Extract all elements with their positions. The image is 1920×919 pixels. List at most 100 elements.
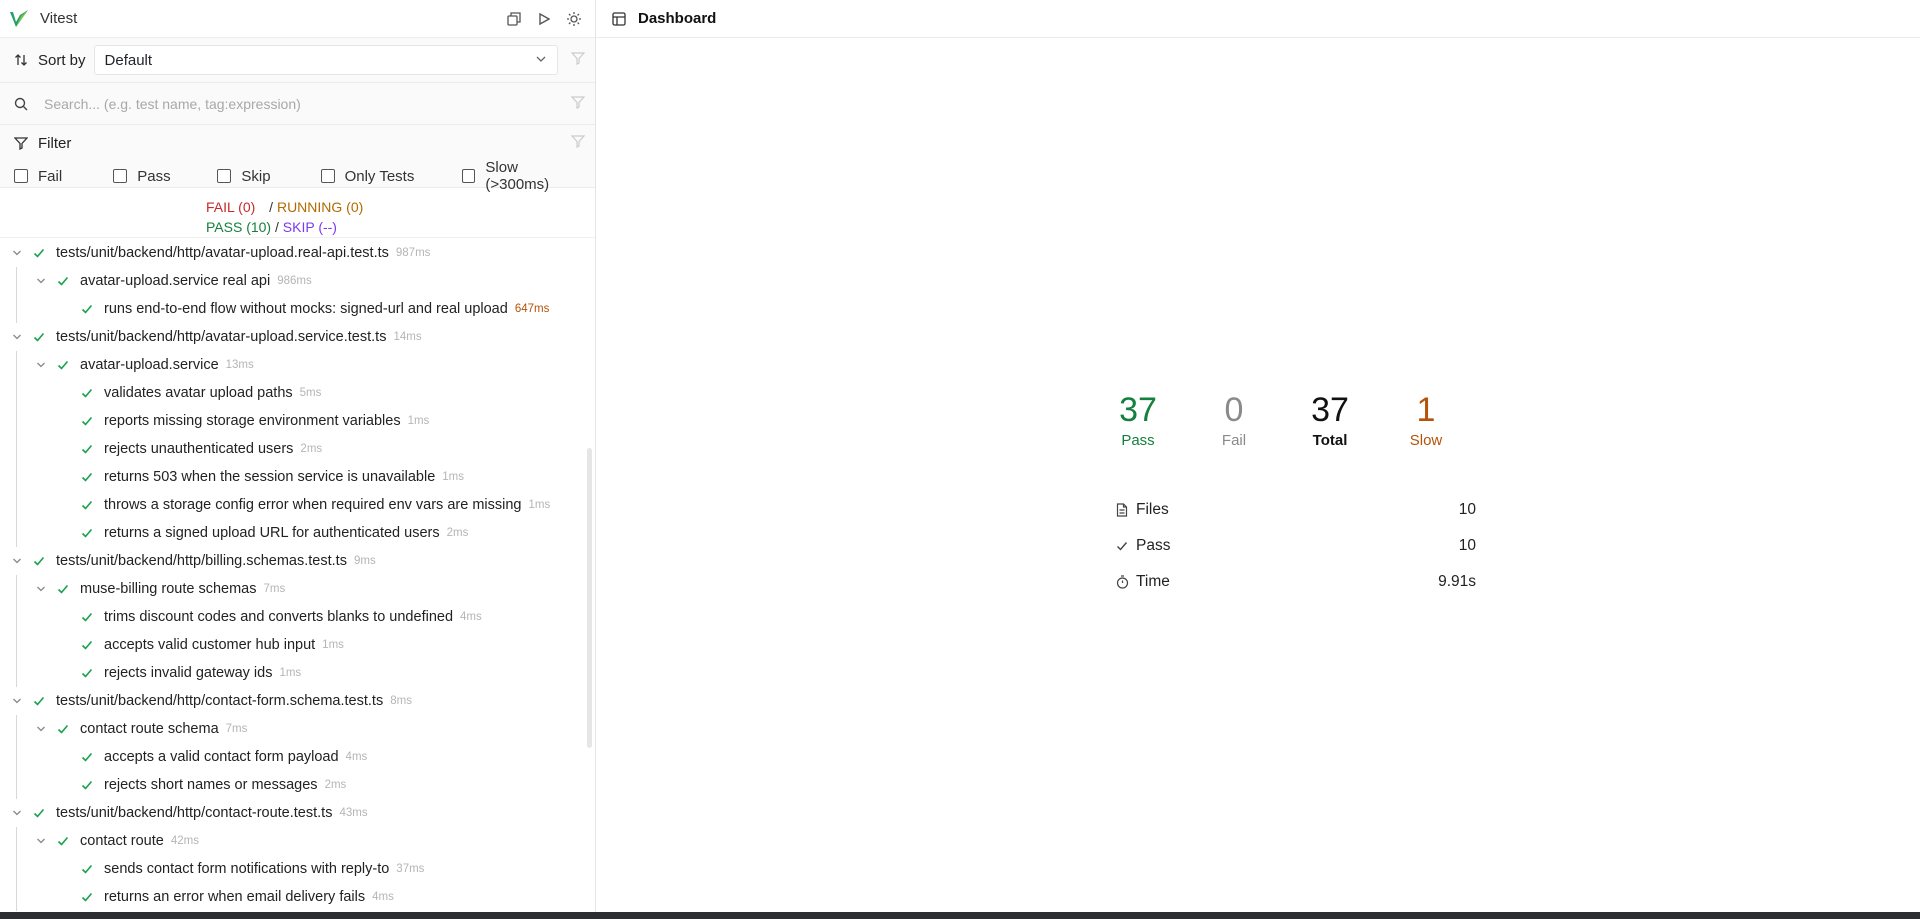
summary-separator: / xyxy=(275,219,279,235)
checkbox-box[interactable] xyxy=(320,169,335,183)
test-suite-row[interactable]: contact route schema 7ms xyxy=(0,715,595,743)
pass-check-icon xyxy=(80,443,94,455)
chevron-down-icon[interactable] xyxy=(10,556,24,566)
pass-check-icon xyxy=(80,667,94,679)
detail-pass-value: 10 xyxy=(1458,537,1476,554)
stat-slow-label: Slow xyxy=(1409,432,1443,449)
chevron-down-icon[interactable] xyxy=(34,836,48,846)
sidebar: Vitest Sort by Default Search... (e.g. t… xyxy=(0,0,596,912)
test-case-row[interactable]: returns a signed upload URL for authenti… xyxy=(0,519,595,547)
test-duration: 1ms xyxy=(442,471,465,483)
stat-total: 37 Total xyxy=(1282,390,1378,449)
test-suite-row[interactable]: contact route 42ms xyxy=(0,827,595,855)
test-case-row[interactable]: throws a storage config error when requi… xyxy=(0,491,595,519)
pass-check-icon xyxy=(56,835,70,847)
test-duration: 2ms xyxy=(324,779,347,791)
test-suite-row[interactable]: avatar-upload.service 13ms xyxy=(0,351,595,379)
test-duration: 4ms xyxy=(460,611,482,623)
test-name: reports missing storage environment vari… xyxy=(104,413,401,429)
search-input[interactable] xyxy=(44,95,564,112)
pass-check-icon xyxy=(56,275,70,287)
checkbox-box[interactable] xyxy=(14,169,28,183)
chevron-down-icon[interactable] xyxy=(10,332,24,342)
test-name: accepts valid customer hub input xyxy=(104,637,316,653)
chevron-down-icon[interactable] xyxy=(10,696,24,706)
checkbox-box[interactable] xyxy=(217,169,232,183)
run-all-icon[interactable] xyxy=(535,10,553,28)
test-duration: 4ms xyxy=(372,891,394,903)
detail-files-value: 10 xyxy=(1458,501,1476,518)
test-name: throws a storage config error when requi… xyxy=(104,497,522,513)
app-title: Vitest xyxy=(40,10,78,27)
clear-search-icon[interactable] xyxy=(570,95,586,113)
pass-check-icon xyxy=(32,331,46,343)
test-case-row[interactable]: validates avatar upload paths 5ms xyxy=(0,379,595,407)
pass-check-icon xyxy=(80,611,94,623)
theme-toggle-sun-icon[interactable] xyxy=(565,10,583,28)
detail-pass-label: Pass xyxy=(1136,537,1171,554)
test-name: contact route schema xyxy=(80,721,219,737)
test-case-row[interactable]: returns an error when email delivery fai… xyxy=(0,883,595,911)
chevron-down-icon[interactable] xyxy=(34,360,48,370)
test-case-row[interactable]: rejects short names or messages 2ms xyxy=(0,771,595,799)
search-row xyxy=(0,83,595,125)
file-icon xyxy=(1114,503,1130,517)
filter-skip-checkbox[interactable]: Skip xyxy=(217,168,320,185)
test-duration: 37ms xyxy=(396,863,425,875)
stats-summary: 37 Pass 0 Fail 37 Total 1 Slow xyxy=(1090,390,1474,449)
checkbox-box[interactable] xyxy=(113,169,128,183)
test-suite-row[interactable]: muse-billing route schemas 7ms xyxy=(0,575,595,603)
chevron-down-icon[interactable] xyxy=(34,276,48,286)
chevron-down-icon[interactable] xyxy=(34,724,48,734)
test-case-row[interactable]: rejects unauthenticated users 2ms xyxy=(0,435,595,463)
clear-sort-icon[interactable] xyxy=(570,51,586,69)
tree-guide-line xyxy=(16,715,17,799)
test-file-row[interactable]: tests/unit/backend/http/contact-form.sch… xyxy=(0,687,595,715)
filter-slow-checkbox[interactable]: Slow (>300ms) xyxy=(461,159,585,193)
chevron-down-icon[interactable] xyxy=(34,584,48,594)
stat-fail-value: 0 xyxy=(1224,391,1244,429)
test-case-row[interactable]: returns 503 when the session service is … xyxy=(0,463,595,491)
detail-time-value: 9.91s xyxy=(1438,573,1476,590)
test-duration: 1ms xyxy=(322,639,344,651)
test-file-row[interactable]: tests/unit/backend/http/contact-route.te… xyxy=(0,799,595,827)
filter-fail-checkbox[interactable]: Fail xyxy=(14,168,113,185)
test-name: returns an error when email delivery fai… xyxy=(104,889,366,905)
test-duration: 2ms xyxy=(300,443,323,455)
test-name: sends contact form notifications with re… xyxy=(104,861,390,877)
test-file-row[interactable]: tests/unit/backend/http/billing.schemas.… xyxy=(0,547,595,575)
pass-check-icon xyxy=(80,639,94,651)
pass-check-icon xyxy=(80,499,94,511)
clear-filter-icon[interactable] xyxy=(570,134,586,152)
test-name: rejects short names or messages xyxy=(104,777,318,793)
pass-check-icon xyxy=(32,555,46,567)
collapse-all-icon[interactable] xyxy=(505,10,523,28)
test-file-row[interactable]: tests/unit/backend/http/avatar-upload.se… xyxy=(0,323,595,351)
test-suite-row[interactable]: avatar-upload.service real api 986ms xyxy=(0,267,595,295)
fail-count: FAIL (0) xyxy=(206,199,256,215)
test-file-row[interactable]: tests/unit/backend/http/avatar-upload.re… xyxy=(0,239,595,267)
chevron-down-icon[interactable] xyxy=(10,248,24,258)
chevron-down-icon[interactable] xyxy=(10,808,24,818)
test-case-row[interactable]: accepts a valid contact form payload 4ms xyxy=(0,743,595,771)
test-name: tests/unit/backend/http/avatar-upload.se… xyxy=(56,329,387,345)
sort-select[interactable]: Default xyxy=(93,45,558,75)
test-case-row[interactable]: reports missing storage environment vari… xyxy=(0,407,595,435)
filter-slow-label: Slow (>300ms) xyxy=(485,159,550,193)
test-case-row[interactable]: trims discount codes and converts blanks… xyxy=(0,603,595,631)
test-case-row[interactable]: accepts valid customer hub input 1ms xyxy=(0,631,595,659)
checkbox-box[interactable] xyxy=(461,169,476,183)
filter-only-tests-label: Only Tests xyxy=(344,167,415,185)
filter-only-tests-checkbox[interactable]: Only Tests xyxy=(320,167,462,185)
test-duration: 1ms xyxy=(407,415,430,427)
tree-guide-line xyxy=(16,575,17,687)
filter-pass-checkbox[interactable]: Pass xyxy=(113,168,217,185)
test-duration: 9ms xyxy=(353,555,376,567)
test-case-row[interactable]: rejects invalid gateway ids 1ms xyxy=(0,659,595,687)
test-case-row[interactable]: sends contact form notifications with re… xyxy=(0,855,595,883)
sort-select-value: Default xyxy=(104,51,153,69)
test-name: accepts a valid contact form payload xyxy=(104,749,339,765)
test-case-row[interactable]: runs end-to-end flow without mocks: sign… xyxy=(0,295,595,323)
sort-row: Sort by Default xyxy=(0,38,595,83)
test-summary: FAIL (0) / RUNNING (0) PASS (10) / SKIP … xyxy=(0,188,595,238)
